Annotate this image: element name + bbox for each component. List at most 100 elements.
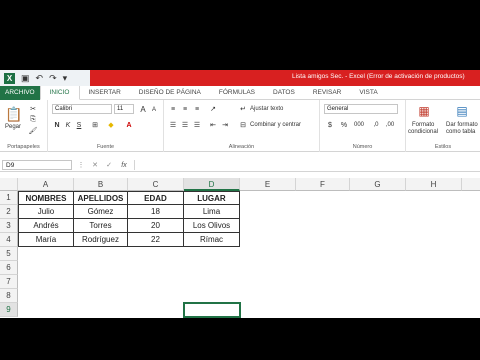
cell-a4[interactable]: María xyxy=(18,233,74,247)
fill-color-icon[interactable]: ◆ xyxy=(106,120,116,130)
worksheet-grid[interactable]: A B C D E F G H 1 2 3 4 5 6 7 8 9 NOMBRE… xyxy=(0,178,480,318)
column-header-a[interactable]: A xyxy=(18,178,74,191)
formula-bar: D9 ⋮ ✕ ✓ fx xyxy=(0,158,480,172)
increase-decimal-icon[interactable]: ,0 xyxy=(370,120,382,130)
name-box-dropdown-icon[interactable]: ⋮ xyxy=(78,160,85,170)
cancel-icon[interactable]: ✕ xyxy=(90,160,100,170)
cell-d1[interactable]: LUGAR xyxy=(184,191,240,205)
tab-formulas[interactable]: FÓRMULAS xyxy=(210,86,264,100)
insert-function-icon[interactable]: fx xyxy=(118,160,130,170)
wrap-text-icon[interactable]: ↵ xyxy=(238,104,248,114)
row-header-6[interactable]: 6 xyxy=(0,261,18,275)
group-label-font: Fuente xyxy=(96,144,115,150)
font-color-icon[interactable]: A xyxy=(124,120,134,130)
cell-a3[interactable]: Andrés xyxy=(18,219,74,233)
conditional-format-icon[interactable]: ▦ xyxy=(416,103,432,119)
row-header-7[interactable]: 7 xyxy=(0,275,18,289)
align-center-icon[interactable]: ☰ xyxy=(180,120,190,130)
cell-d4[interactable]: Rímac xyxy=(184,233,240,247)
underline-icon[interactable]: S xyxy=(74,120,84,130)
shrink-font-icon[interactable]: A xyxy=(149,105,159,115)
qat-dropdown-icon[interactable]: ▾ xyxy=(63,73,68,84)
conditional-format-label-2[interactable]: condicional xyxy=(408,129,438,135)
copy-icon[interactable]: ⎘ xyxy=(28,115,38,125)
excel-app-icon[interactable]: X xyxy=(4,72,15,84)
italic-icon[interactable]: K xyxy=(63,120,73,130)
decrease-indent-icon[interactable]: ⇤ xyxy=(208,120,218,130)
wrap-text-button[interactable]: Ajustar texto xyxy=(250,106,283,112)
row-header-9[interactable]: 9 xyxy=(0,303,18,317)
column-header-g[interactable]: G xyxy=(350,178,406,191)
cell-c3[interactable]: 20 xyxy=(128,219,184,233)
tab-revisar[interactable]: REVISAR xyxy=(304,86,351,100)
cell-c2[interactable]: 18 xyxy=(128,205,184,219)
formula-input[interactable] xyxy=(134,160,478,170)
column-header-e[interactable]: E xyxy=(240,178,296,191)
align-left-icon[interactable]: ☰ xyxy=(168,120,178,130)
align-bottom-icon[interactable]: ≡ xyxy=(192,104,202,114)
currency-icon[interactable]: $ xyxy=(324,120,336,130)
active-cell-d9[interactable] xyxy=(183,302,241,318)
cell-a1[interactable]: NOMBRES xyxy=(18,191,74,205)
align-middle-icon[interactable]: ≡ xyxy=(180,104,190,114)
name-box[interactable]: D9 xyxy=(2,160,72,170)
decrease-decimal-icon[interactable]: ,00 xyxy=(384,120,396,130)
row-header-8[interactable]: 8 xyxy=(0,289,18,303)
font-size-select[interactable]: 11 xyxy=(114,104,134,114)
column-header-f[interactable]: F xyxy=(296,178,350,191)
row-header-2[interactable]: 2 xyxy=(0,205,18,219)
paste-icon[interactable]: 📋 xyxy=(5,106,22,122)
column-header-overflow xyxy=(462,178,480,191)
cell-b2[interactable]: Gómez xyxy=(74,205,128,219)
align-right-icon[interactable]: ☰ xyxy=(192,120,202,130)
conditional-format-label-1[interactable]: Formato xyxy=(412,122,434,128)
tab-insertar[interactable]: INSERTAR xyxy=(80,86,130,100)
cell-b1[interactable]: APELLIDOS xyxy=(74,191,128,205)
group-label-number: Número xyxy=(352,144,373,150)
enter-icon[interactable]: ✓ xyxy=(104,160,114,170)
tab-diseno-pagina[interactable]: DISEÑO DE PÁGINA xyxy=(130,86,210,100)
number-format-select[interactable]: General xyxy=(324,104,398,114)
ribbon-tabs: ARCHIVO INICIO INSERTAR DISEÑO DE PÁGINA… xyxy=(0,85,480,100)
column-header-h[interactable]: H xyxy=(406,178,462,191)
row-header-5[interactable]: 5 xyxy=(0,247,18,261)
grow-font-icon[interactable]: A xyxy=(138,104,148,114)
cell-b4[interactable]: Rodríguez xyxy=(74,233,128,247)
format-as-table-label-2[interactable]: como tabla xyxy=(446,129,475,135)
cut-icon[interactable]: ✂ xyxy=(28,104,38,114)
row-header-3[interactable]: 3 xyxy=(0,219,18,233)
column-header-b[interactable]: B xyxy=(74,178,128,191)
borders-icon[interactable]: ⊞ xyxy=(90,120,100,130)
tab-vista[interactable]: VISTA xyxy=(350,86,386,100)
cell-b3[interactable]: Torres xyxy=(74,219,128,233)
select-all-corner[interactable] xyxy=(0,178,18,191)
column-header-d[interactable]: D xyxy=(184,178,240,191)
paste-button[interactable]: Pegar xyxy=(5,124,21,130)
row-header-4[interactable]: 4 xyxy=(0,233,18,247)
bold-icon[interactable]: N xyxy=(52,120,62,130)
format-as-table-label-1[interactable]: Dar formato xyxy=(446,122,478,128)
redo-icon[interactable]: ↷ xyxy=(49,73,57,84)
cell-a2[interactable]: Julio xyxy=(18,205,74,219)
tab-archivo[interactable]: ARCHIVO xyxy=(0,85,40,100)
thousands-icon[interactable]: 000 xyxy=(352,120,366,130)
orientation-icon[interactable]: ↗ xyxy=(208,104,218,114)
undo-icon[interactable]: ↶ xyxy=(36,73,44,84)
percent-icon[interactable]: % xyxy=(338,120,350,130)
merge-center-icon[interactable]: ⊟ xyxy=(238,120,248,130)
format-as-table-icon[interactable]: ▤ xyxy=(454,103,470,119)
tab-inicio[interactable]: INICIO xyxy=(39,85,80,100)
cell-c1[interactable]: EDAD xyxy=(128,191,184,205)
font-name-select[interactable]: Calibri xyxy=(52,104,112,114)
cell-d2[interactable]: Lima xyxy=(184,205,240,219)
column-header-c[interactable]: C xyxy=(128,178,184,191)
merge-center-button[interactable]: Combinar y centrar xyxy=(250,122,301,128)
align-top-icon[interactable]: ≡ xyxy=(168,104,178,114)
save-icon[interactable]: ▣ xyxy=(21,73,30,84)
format-painter-icon[interactable]: 🖌 xyxy=(28,126,38,136)
row-header-1[interactable]: 1 xyxy=(0,191,18,205)
cell-d3[interactable]: Los Olivos xyxy=(184,219,240,233)
cell-c4[interactable]: 22 xyxy=(128,233,184,247)
tab-datos[interactable]: DATOS xyxy=(264,86,304,100)
increase-indent-icon[interactable]: ⇥ xyxy=(220,120,230,130)
